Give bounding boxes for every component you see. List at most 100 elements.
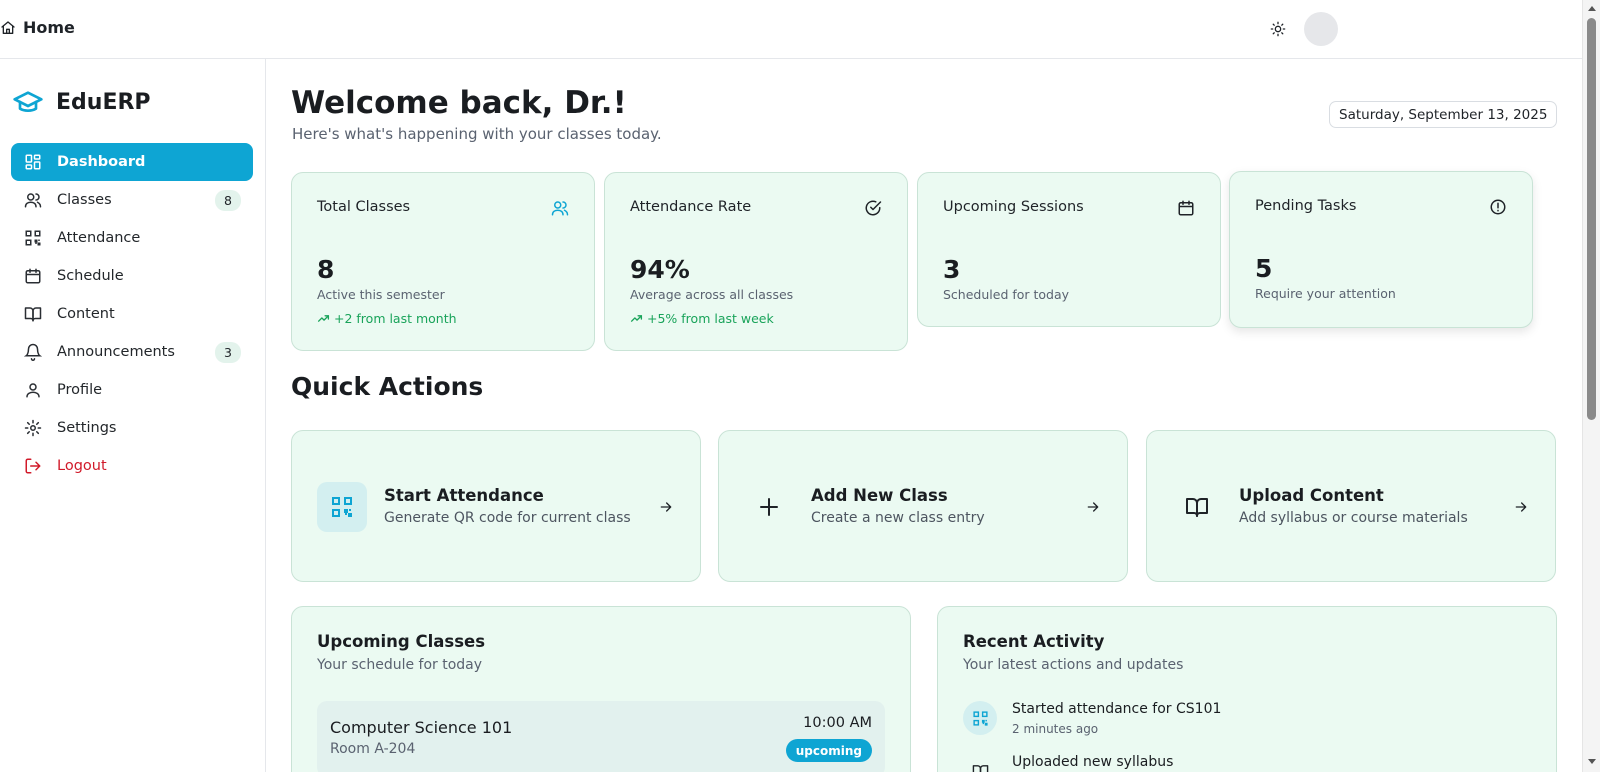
bell-icon <box>24 343 42 361</box>
gear-icon <box>24 419 42 437</box>
action-icon-box <box>1172 482 1222 532</box>
sidebar-item-schedule[interactable]: Schedule <box>11 257 253 295</box>
activity-icon-circle <box>963 701 997 735</box>
users-icon <box>24 191 42 209</box>
sidebar-nav: Dashboard Classes 8 Attendance Schedule <box>11 143 253 485</box>
home-link[interactable]: Home <box>0 18 75 37</box>
stat-card-attendance-rate: Attendance Rate 94% Average across all c… <box>604 172 908 351</box>
arrow-right-icon <box>658 499 674 515</box>
scrollbar[interactable] <box>1582 0 1600 772</box>
check-circle-icon <box>864 199 882 217</box>
recent-activity-panel: Recent Activity Your latest actions and … <box>937 606 1557 772</box>
sidebar-item-content[interactable]: Content <box>11 295 253 333</box>
theme-toggle-button[interactable] <box>1268 19 1288 39</box>
stat-title: Upcoming Sessions <box>943 199 1084 215</box>
add-new-class-card[interactable]: Add New Class Create a new class entry <box>718 430 1128 582</box>
start-attendance-card[interactable]: Start Attendance Generate QR code for cu… <box>291 430 701 582</box>
graduation-cap-icon <box>12 86 44 118</box>
activity-icon-circle <box>963 754 997 772</box>
sidebar-item-label: Dashboard <box>57 154 146 170</box>
users-icon <box>551 199 569 217</box>
home-icon <box>0 20 16 36</box>
page-subtitle: Here's what's happening with your classe… <box>292 125 662 143</box>
logout-icon <box>24 457 42 475</box>
activity-item: Started attendance for CS101 2 minutes a… <box>963 701 1523 741</box>
brand-name: EduERP <box>56 89 151 115</box>
activity-time: 2 minutes ago <box>1012 722 1099 736</box>
qr-code-icon <box>972 710 989 727</box>
sidebar-item-classes[interactable]: Classes 8 <box>11 181 253 219</box>
class-list-item[interactable]: Computer Science 101 Room A-204 10:00 AM… <box>317 701 885 772</box>
stat-title: Pending Tasks <box>1255 198 1357 214</box>
sidebar-item-label: Attendance <box>57 230 141 246</box>
page-title: Welcome back, Dr.! <box>291 85 627 121</box>
alert-circle-icon <box>1489 198 1507 216</box>
action-description: Add syllabus or course materials <box>1239 510 1468 526</box>
qr-code-icon <box>330 495 354 519</box>
panel-title: Upcoming Classes <box>317 632 486 651</box>
plus-icon <box>757 495 781 519</box>
stat-trend: +5% from last week <box>630 311 774 326</box>
sidebar-item-dashboard[interactable]: Dashboard <box>11 143 253 181</box>
action-icon-box <box>317 482 367 532</box>
upload-content-card[interactable]: Upload Content Add syllabus or course ma… <box>1146 430 1556 582</box>
scroll-up-arrow[interactable] <box>1588 6 1596 11</box>
class-time: 10:00 AM <box>803 715 872 731</box>
stat-title: Total Classes <box>317 199 411 215</box>
sidebar-item-label: Content <box>57 306 115 322</box>
sidebar-item-attendance[interactable]: Attendance <box>11 219 253 257</box>
sidebar-item-label: Profile <box>57 382 103 398</box>
stat-card-upcoming-sessions: Upcoming Sessions 3 Scheduled for today <box>917 172 1221 327</box>
action-description: Create a new class entry <box>811 510 985 526</box>
avatar[interactable] <box>1304 12 1338 46</box>
sun-icon <box>1270 21 1286 37</box>
user-icon <box>24 381 42 399</box>
status-badge: upcoming <box>785 739 872 762</box>
arrow-right-icon <box>1513 499 1529 515</box>
stat-title: Attendance Rate <box>630 199 752 215</box>
activity-text: Uploaded new syllabus <box>1012 754 1174 770</box>
stat-trend-label: +2 from last month <box>334 311 457 326</box>
home-label: Home <box>23 18 75 37</box>
stat-description: Scheduled for today <box>943 287 1070 302</box>
sidebar: EduERP Dashboard Classes 8 Attendance Sc… <box>0 59 266 772</box>
stat-description: Require your attention <box>1255 286 1396 301</box>
layout-dashboard-icon <box>24 153 42 171</box>
stat-card-pending-tasks: Pending Tasks 5 Require your attention <box>1229 171 1533 328</box>
calendar-icon <box>24 267 42 285</box>
book-open-icon <box>1185 495 1209 519</box>
stat-trend: +2 from last month <box>317 311 457 326</box>
stat-trend-label: +5% from last week <box>647 311 774 326</box>
action-icon-box <box>744 482 794 532</box>
sidebar-item-announcements[interactable]: Announcements 3 <box>11 333 253 371</box>
stat-card-total-classes: Total Classes 8 Active this semester +2 … <box>291 172 595 351</box>
panel-title: Recent Activity <box>963 632 1105 651</box>
qr-code-icon <box>24 229 42 247</box>
stat-value: 94% <box>630 255 690 284</box>
sidebar-item-logout[interactable]: Logout <box>11 447 253 485</box>
sidebar-item-label: Settings <box>57 420 117 436</box>
stat-value: 5 <box>1255 254 1273 283</box>
sidebar-item-settings[interactable]: Settings <box>11 409 253 447</box>
class-name: Computer Science 101 <box>330 718 513 737</box>
sidebar-item-label: Classes <box>57 192 112 208</box>
activity-text: Started attendance for CS101 <box>1012 701 1222 717</box>
sidebar-item-label: Announcements <box>57 344 175 360</box>
class-room: Room A-204 <box>330 741 416 757</box>
sidebar-item-label: Logout <box>57 458 107 474</box>
top-bar: Home <box>0 0 1582 59</box>
calendar-icon <box>1177 199 1195 217</box>
action-title: Start Attendance <box>384 486 544 505</box>
action-title: Upload Content <box>1239 486 1384 505</box>
scroll-down-arrow[interactable] <box>1588 759 1596 764</box>
quick-actions-title: Quick Actions <box>291 372 484 401</box>
scrollbar-thumb[interactable] <box>1587 18 1596 420</box>
trending-up-icon <box>317 312 330 325</box>
action-title: Add New Class <box>811 486 948 505</box>
upcoming-classes-panel: Upcoming Classes Your schedule for today… <box>291 606 911 772</box>
stat-value: 3 <box>943 255 961 284</box>
brand[interactable]: EduERP <box>12 86 151 118</box>
book-open-icon <box>24 305 42 323</box>
count-badge: 8 <box>215 190 241 211</box>
sidebar-item-profile[interactable]: Profile <box>11 371 253 409</box>
